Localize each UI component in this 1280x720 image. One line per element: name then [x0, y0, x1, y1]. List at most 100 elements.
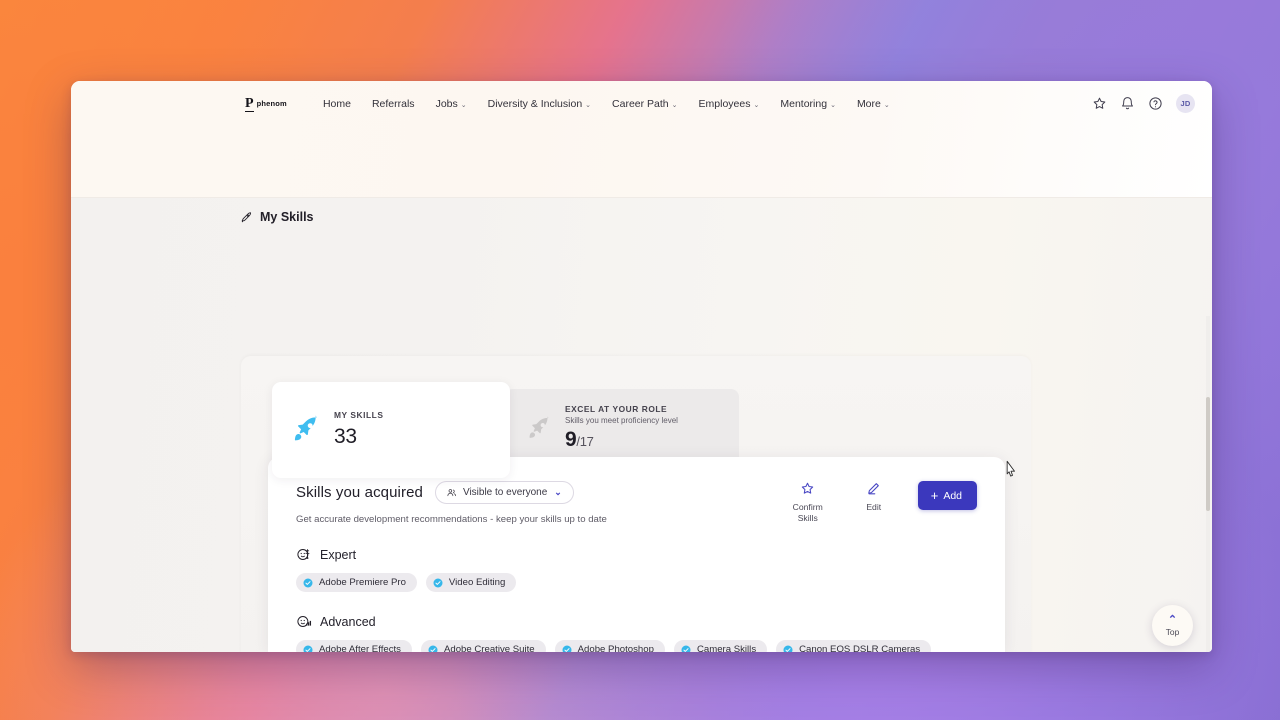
nav-link-jobs[interactable]: Jobs ⌄	[436, 98, 467, 110]
skill-label: Canon EOS DSLR Cameras	[799, 644, 921, 652]
bell-icon[interactable]	[1120, 96, 1135, 111]
skill-chip[interactable]: Video Editing	[425, 573, 517, 592]
nav-link-label: Home	[322, 97, 351, 110]
skill-label: Camera Skills	[696, 644, 757, 652]
face-weight-icon	[297, 549, 310, 560]
avatar[interactable]: JD	[1176, 94, 1195, 113]
logo-wordmark: phenom	[256, 99, 287, 108]
rocket-icon	[294, 415, 317, 441]
chevron-down-icon: ⌄	[585, 101, 592, 109]
level-heading: Advanced	[296, 613, 977, 630]
skill-chip[interactable]: Adobe Premiere Pro	[296, 573, 417, 592]
stat-sublabel: Skills you meet proficiency level	[565, 415, 678, 425]
check-circle-icon	[303, 578, 313, 587]
scrollbar-thumb[interactable]	[1206, 397, 1210, 511]
logo-mark: P	[245, 96, 254, 112]
card-header: Skills you acquired Visible to everyone …	[296, 481, 977, 525]
level-name: Advanced	[320, 614, 376, 629]
nav-link-referrals[interactable]: Referrals	[372, 98, 415, 110]
section-title: My Skills	[260, 210, 314, 224]
check-circle-icon	[303, 645, 313, 652]
level-name: Expert	[320, 547, 357, 562]
chevron-down-icon: ⌄	[883, 101, 890, 109]
stat-number: 33	[334, 424, 357, 448]
skill-chip[interactable]: Camera Skills	[673, 640, 768, 652]
nav-link-home[interactable]: Home	[323, 98, 351, 110]
page-body: My Skills MY SKILLS 33 EXCEL AT YOUR ROL…	[71, 198, 1212, 652]
section-heading: My Skills	[240, 210, 314, 224]
card-actions: Confirm Skills Edit + Add	[786, 481, 977, 523]
skill-label: Video Editing	[448, 577, 506, 588]
level-group-advanced: Advanced Adobe After Effects Adobe Creat…	[296, 613, 977, 652]
skill-label: Adobe Premiere Pro	[319, 577, 406, 588]
nav-links: Home Referrals Jobs ⌄ Diversity & Inclus…	[323, 98, 890, 110]
card-title-row: Skills you acquired Visible to everyone …	[296, 481, 607, 504]
visibility-dropdown[interactable]: Visible to everyone ⌄	[434, 481, 574, 504]
stat-denominator: /17	[576, 433, 594, 449]
stat-card-my-skills: MY SKILLS 33	[272, 382, 510, 478]
skill-chip[interactable]: Canon EOS DSLR Cameras	[776, 640, 932, 652]
nav-link-diversity-inclusion[interactable]: Diversity & Inclusion ⌄	[488, 98, 591, 110]
nav-link-label: Mentoring	[780, 97, 828, 110]
top-navigation: P phenom Home Referrals Jobs ⌄ Diversity…	[71, 81, 1212, 126]
skill-chip[interactable]: Adobe After Effects	[296, 640, 412, 652]
scroll-to-top-label: Top	[1165, 626, 1180, 637]
check-circle-icon	[783, 645, 793, 652]
chevron-up-icon: ⌃	[1167, 613, 1178, 626]
nav-link-label: Diversity & Inclusion	[487, 97, 583, 110]
nav-link-label: More	[856, 97, 881, 110]
skill-chip[interactable]: Adobe Creative Suite	[420, 640, 546, 652]
edit-button[interactable]: Edit	[852, 481, 896, 513]
skill-chip[interactable]: Adobe Photoshop	[554, 640, 665, 652]
chevron-down-icon: ⌄	[753, 101, 760, 109]
add-button[interactable]: + Add	[917, 481, 977, 510]
nav-link-label: Referrals	[371, 97, 415, 110]
skill-label: Adobe After Effects	[319, 644, 401, 652]
help-icon[interactable]	[1148, 96, 1163, 111]
scroll-to-top-button[interactable]: ⌃ Top	[1152, 605, 1193, 646]
add-button-label: Add	[943, 489, 962, 502]
visibility-label: Visible to everyone	[462, 487, 548, 498]
skills-acquired-card: Skills you acquired Visible to everyone …	[268, 457, 1005, 652]
stat-value: 33	[334, 425, 383, 449]
header-actions: JD	[1092, 94, 1195, 113]
face-chart-icon	[297, 616, 312, 627]
nav-link-more[interactable]: More ⌄	[857, 98, 890, 110]
nav-link-label: Employees	[698, 97, 751, 110]
check-circle-icon	[681, 645, 691, 652]
browser-window: P phenom Home Referrals Jobs ⌄ Diversity…	[71, 81, 1212, 652]
nav-link-employees[interactable]: Employees ⌄	[699, 98, 760, 110]
card-subtitle: Get accurate development recommendations…	[296, 514, 607, 525]
skill-chip-list: Adobe After Effects Adobe Creative Suite…	[296, 640, 977, 652]
skill-chip-list: Adobe Premiere Pro Video Editing	[296, 573, 977, 592]
nav-link-mentoring[interactable]: Mentoring ⌄	[780, 98, 836, 110]
stat-label: EXCEL AT YOUR ROLE	[565, 403, 668, 414]
chevron-down-icon: ⌄	[554, 487, 562, 497]
check-circle-icon	[433, 578, 443, 587]
nav-link-career-path[interactable]: Career Path ⌄	[612, 98, 678, 110]
star-outline-icon	[802, 482, 814, 494]
rocket-icon	[529, 415, 549, 438]
action-label: Confirm Skills	[792, 502, 823, 523]
rocket-outline-icon	[241, 211, 252, 222]
confirm-skills-button[interactable]: Confirm Skills	[786, 481, 830, 523]
chevron-down-icon: ⌄	[830, 101, 836, 109]
avatar-initials: JD	[1180, 99, 1191, 108]
level-heading: Expert	[296, 546, 977, 563]
people-icon	[447, 489, 456, 497]
star-icon[interactable]	[1092, 96, 1107, 111]
nav-link-label: Jobs	[435, 97, 458, 110]
check-circle-icon	[562, 645, 572, 652]
stat-value: 9/17	[565, 428, 678, 452]
pencil-icon	[868, 483, 880, 495]
stat-card-excel-at-your-role: EXCEL AT YOUR ROLE Skills you meet profi…	[505, 389, 739, 466]
skill-label: Adobe Creative Suite	[443, 644, 535, 652]
chevron-down-icon: ⌄	[460, 101, 467, 109]
action-label: Edit	[866, 502, 882, 512]
check-circle-icon	[428, 645, 438, 652]
level-group-expert: Expert Adobe Premiere Pro Video Editing	[296, 546, 977, 592]
stat-number: 9	[565, 427, 577, 451]
nav-link-label: Career Path	[612, 97, 669, 110]
brand-logo[interactable]: P phenom	[245, 96, 287, 112]
page-header: P phenom Home Referrals Jobs ⌄ Diversity…	[71, 81, 1212, 263]
